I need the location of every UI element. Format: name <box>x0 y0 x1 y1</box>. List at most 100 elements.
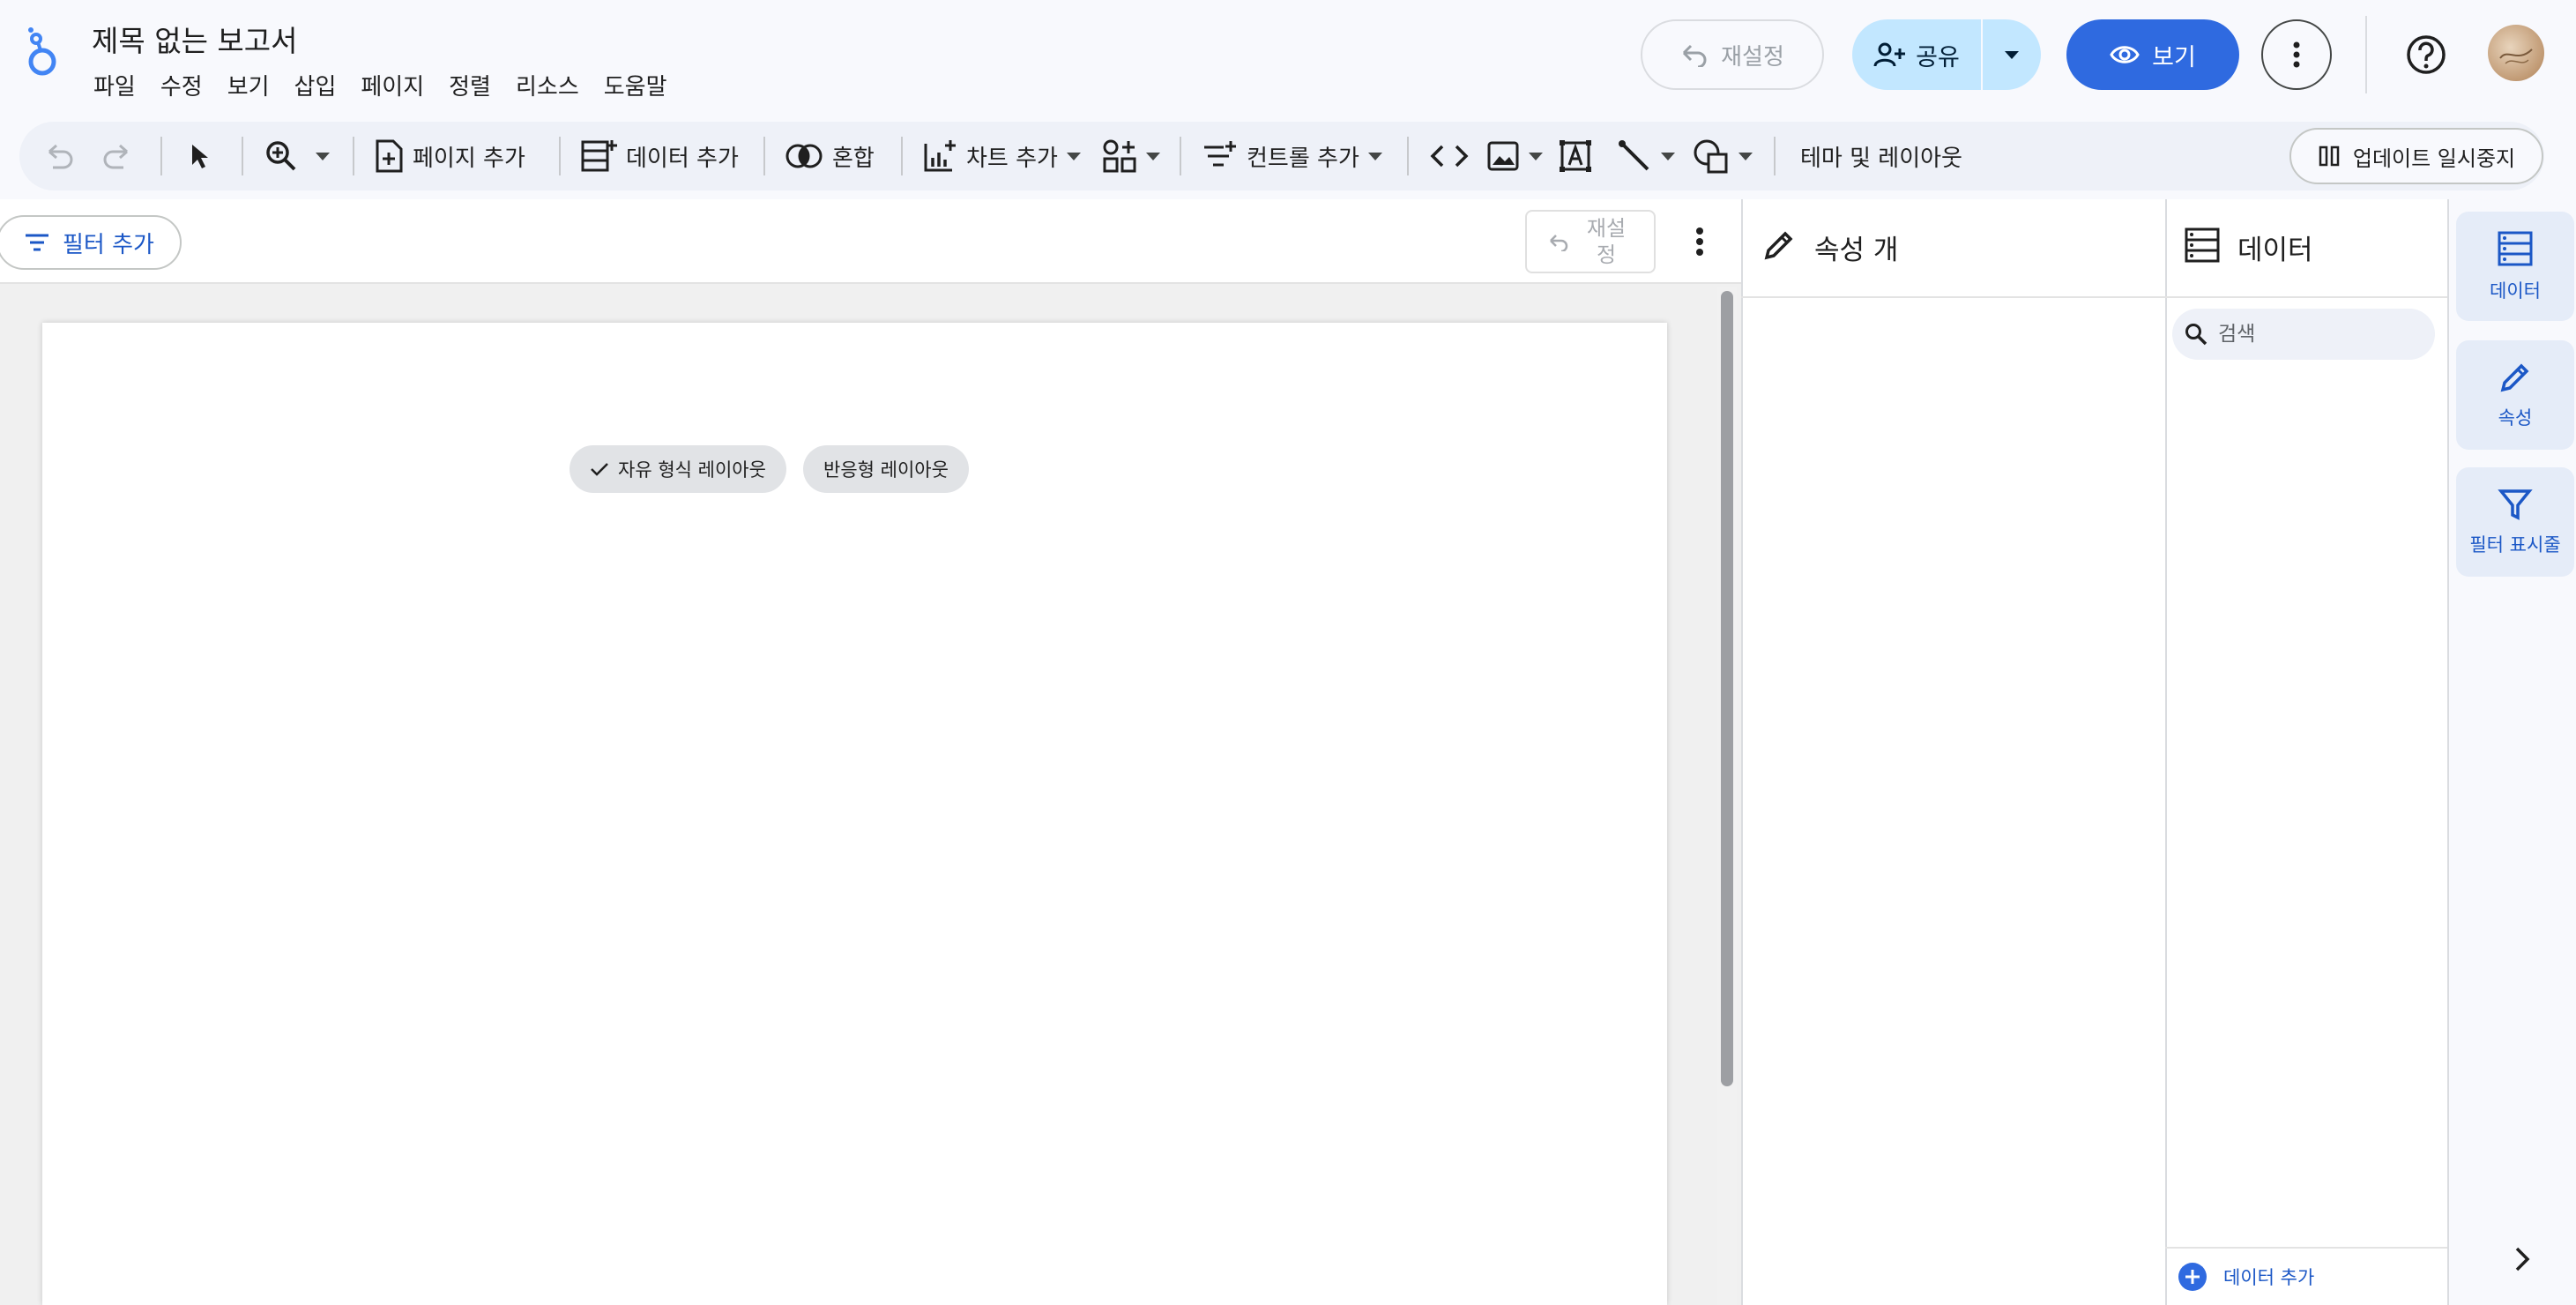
menu-help[interactable]: 도움말 <box>592 67 680 103</box>
undo-arrow-icon <box>1547 232 1570 251</box>
note-add-icon <box>374 138 404 174</box>
reset-label: 재설정 <box>1721 43 1784 71</box>
caret-down-icon <box>2005 50 2019 59</box>
data-panel <box>2165 199 2447 1305</box>
toolbar-divider <box>1407 137 1409 175</box>
undo-arrow-icon <box>1680 42 1709 67</box>
zoom-tool[interactable] <box>264 122 330 190</box>
header-divider <box>2365 16 2367 93</box>
more-options-button[interactable] <box>2261 19 2332 90</box>
data-search-box[interactable] <box>2172 309 2435 360</box>
menu-resource[interactable]: 리소스 <box>503 67 592 103</box>
more-vert-icon <box>2293 41 2300 68</box>
responsive-layout-chip[interactable]: 반응형 레이아웃 <box>803 445 969 493</box>
caret-down-icon <box>1367 152 1382 160</box>
embed-url-button[interactable] <box>1430 122 1469 190</box>
add-filter-button[interactable]: 필터 추가 <box>0 215 182 270</box>
shape-button[interactable] <box>1693 122 1753 190</box>
shapes-icon <box>1693 138 1730 174</box>
view-button[interactable]: 보기 <box>2066 19 2239 90</box>
caret-down-icon <box>316 152 330 160</box>
responsive-layout-label: 반응형 레이아웃 <box>823 459 949 481</box>
toolbar-divider <box>1180 137 1181 175</box>
caret-down-icon <box>1738 152 1753 160</box>
toolbar-divider <box>1774 137 1776 175</box>
freeform-layout-label: 자유 형식 레이아웃 <box>618 459 766 481</box>
code-icon <box>1430 143 1469 169</box>
text-button[interactable] <box>1559 122 1592 190</box>
chart-add-icon <box>922 138 957 174</box>
canvas-reset-button[interactable]: 재설 정 <box>1525 210 1656 273</box>
caret-down-icon <box>1066 152 1081 160</box>
rail-properties-button[interactable]: 속성 <box>2456 340 2574 450</box>
filter-bar <box>0 199 1741 284</box>
filter-add-icon <box>1202 140 1238 172</box>
share-button-group: 공유 <box>1852 19 2041 90</box>
add-data-label: 데이터 추가 <box>626 145 739 172</box>
pencil-icon <box>2498 360 2533 395</box>
canvas-more-button[interactable] <box>1686 220 1714 263</box>
share-dropdown-button[interactable] <box>1983 19 2041 90</box>
add-circle-icon <box>2178 1262 2207 1292</box>
reset-button[interactable]: 재설정 <box>1641 19 1824 90</box>
funnel-icon <box>2498 487 2533 522</box>
user-avatar[interactable] <box>2488 25 2544 81</box>
add-page-button[interactable]: 페이지 추가 <box>374 122 525 190</box>
menu-page[interactable]: 페이지 <box>348 67 436 103</box>
report-title[interactable]: 제목 없는 보고서 <box>92 18 298 60</box>
toolbar-divider <box>763 137 765 175</box>
redo-button[interactable] <box>101 122 132 190</box>
rail-filter-bar-button[interactable]: 필터 표시줄 <box>2456 467 2574 577</box>
add-chart-button[interactable]: 차트 추가 <box>922 122 1081 190</box>
caret-down-icon <box>1529 152 1543 160</box>
pause-updates-label: 업데이트 일시중지 <box>2352 145 2516 171</box>
toolbar-divider <box>242 137 243 175</box>
menu-bar: 파일 수정 보기 삽입 페이지 정렬 리소스 도움말 <box>92 67 680 103</box>
rail-data-label: 데이터 <box>2490 280 2541 302</box>
cursor-icon <box>187 142 212 170</box>
blend-button[interactable]: 혼합 <box>785 122 875 190</box>
properties-panel-title: 속성 개 <box>1814 235 1899 266</box>
more-vert-icon <box>1686 220 1714 263</box>
looker-studio-logo[interactable] <box>25 26 62 78</box>
freeform-layout-chip[interactable]: 자유 형식 레이아웃 <box>570 445 786 493</box>
select-tool[interactable] <box>187 122 212 190</box>
add-page-label: 페이지 추가 <box>413 145 525 172</box>
caret-down-icon <box>1146 152 1160 160</box>
line-button[interactable] <box>1617 122 1675 190</box>
help-icon[interactable] <box>2405 34 2447 76</box>
image-button[interactable] <box>1486 122 1543 190</box>
rail-filter-bar-label: 필터 표시줄 <box>2469 534 2561 556</box>
check-icon <box>590 461 609 477</box>
caret-down-icon <box>1661 152 1675 160</box>
canvas-scrollbar-thumb[interactable] <box>1721 291 1733 1086</box>
add-control-button[interactable]: 컨트롤 추가 <box>1202 122 1382 190</box>
data-search-input[interactable] <box>2218 323 2412 346</box>
rail-data-button[interactable]: 데이터 <box>2456 212 2574 321</box>
data-panel-add-data-label: 데이터 추가 <box>2223 1267 2315 1288</box>
line-icon <box>1617 138 1652 174</box>
undo-button[interactable] <box>44 122 76 190</box>
menu-edit[interactable]: 수정 <box>148 67 215 103</box>
menu-insert[interactable]: 삽입 <box>282 67 349 103</box>
blend-label: 혼합 <box>832 145 875 172</box>
menu-file[interactable]: 파일 <box>92 67 148 103</box>
menu-view[interactable]: 보기 <box>215 67 282 103</box>
widgets-add-icon <box>1102 138 1137 174</box>
canvas-reset-label: 재설 정 <box>1586 216 1627 267</box>
theme-layout-button[interactable]: 테마 및 레이아웃 <box>1800 122 1962 190</box>
chevron-right-icon[interactable] <box>2504 1242 2539 1277</box>
pause-updates-button[interactable]: 업데이트 일시중지 <box>2289 128 2543 184</box>
add-component-button[interactable] <box>1102 122 1160 190</box>
share-label: 공유 <box>1916 43 1960 71</box>
filter-list-icon <box>24 232 50 253</box>
person-add-icon <box>1873 41 1906 68</box>
toolbar-divider <box>160 137 162 175</box>
menu-arrange[interactable]: 정렬 <box>436 67 503 103</box>
add-data-button[interactable]: 데이터 추가 <box>580 122 739 190</box>
share-button[interactable]: 공유 <box>1852 19 1981 90</box>
add-chart-label: 차트 추가 <box>966 145 1058 172</box>
data-panel-add-data-button[interactable]: 데이터 추가 <box>2165 1247 2447 1305</box>
toolbar-divider <box>353 137 354 175</box>
pause-icon <box>2318 145 2341 168</box>
